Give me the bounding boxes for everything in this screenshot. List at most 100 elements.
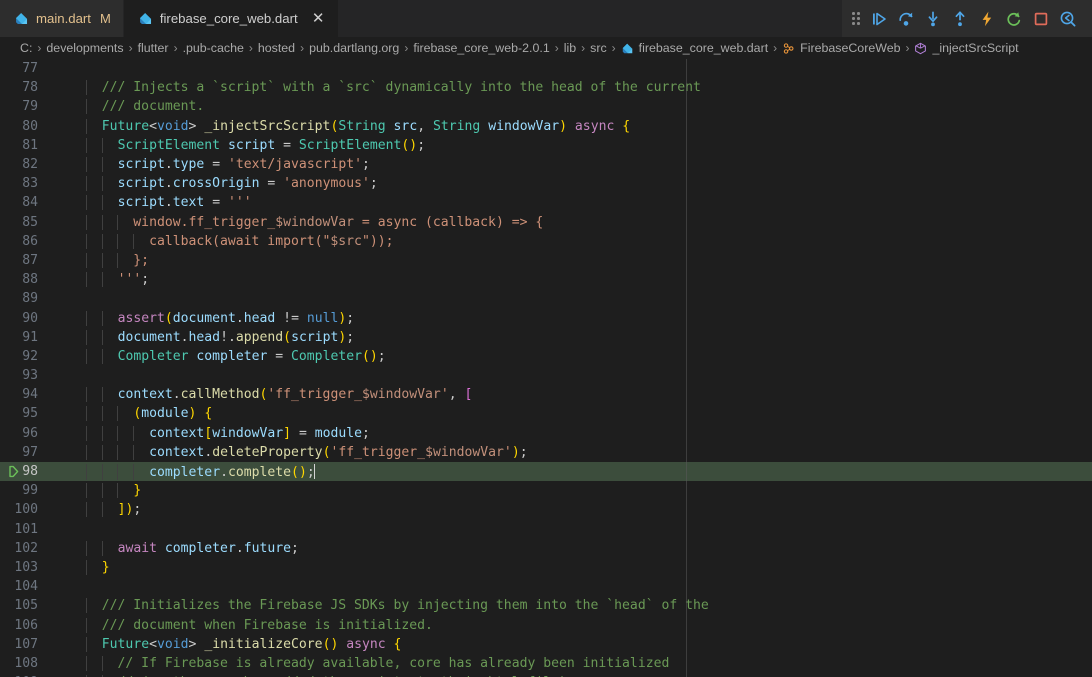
line-number: 82 [22, 157, 38, 173]
breadcrumb-item-developments[interactable]: developments [46, 41, 123, 55]
code-line[interactable]: 98 completer.complete(); [0, 461, 1092, 482]
indent-guide [86, 387, 87, 403]
breadcrumb-item-lib[interactable]: lib [564, 41, 576, 55]
code-line[interactable]: 106 /// document when Firebase is initia… [0, 615, 1092, 634]
code-line[interactable]: 104 [0, 577, 1092, 596]
step-out-button[interactable] [947, 6, 972, 31]
code-line[interactable]: 78 /// Injects a `script` with a `src` d… [0, 78, 1092, 97]
code-line[interactable]: 99 } [0, 481, 1092, 500]
indent-guide [101, 387, 103, 403]
breadcrumb-item-firebase-core-web-package[interactable]: firebase_core_web-2.0.1 [413, 41, 549, 55]
text-cursor [313, 463, 315, 479]
breadcrumb-item-pub-cache[interactable]: .pub-cache [183, 41, 244, 55]
indent-guide [86, 598, 87, 614]
line-content: Future<void> _initializeCore() async { [58, 636, 1092, 652]
code-line[interactable]: 77 [0, 59, 1092, 78]
breadcrumb-item-firebase-core-web-dart[interactable]: firebase_core_web.dart [621, 41, 769, 55]
line-content: script.type = 'text/javascript'; [58, 157, 1092, 173]
breadcrumb-label: FirebaseCoreWeb [800, 41, 901, 55]
breadcrumb: C: › developments › flutter › .pub-cache… [0, 37, 1092, 59]
code-line[interactable]: 91 document.head!.append(script); [0, 328, 1092, 347]
tab-main-dart[interactable]: main.dart M [0, 0, 124, 37]
indent-guide [101, 214, 103, 230]
code-line[interactable]: 95 (module) { [0, 404, 1092, 423]
line-number: 85 [22, 214, 38, 230]
code-line[interactable]: 81 ScriptElement script = ScriptElement(… [0, 136, 1092, 155]
code-line[interactable]: 92 Completer completer = Completer(); [0, 347, 1092, 366]
line-number: 100 [14, 502, 38, 518]
code-line[interactable]: 107 Future<void> _initializeCore() async… [0, 635, 1092, 654]
stop-button[interactable] [1028, 6, 1053, 31]
breadcrumb-separator: › [404, 41, 409, 55]
code-line[interactable]: 100 ]); [0, 500, 1092, 519]
indent-guide [101, 406, 103, 422]
indent-guide [86, 137, 87, 153]
indent-guide [101, 540, 103, 556]
breadcrumb-item-flutter[interactable]: flutter [138, 41, 169, 55]
breadcrumb-label: firebase_core_web.dart [638, 41, 769, 55]
step-over-button[interactable] [893, 6, 918, 31]
line-number: 107 [14, 636, 38, 652]
code-line[interactable]: 79 /// document. [0, 97, 1092, 116]
line-content: // If Firebase is already available, cor… [86, 655, 670, 671]
code-line[interactable]: 90 assert(document.head != null); [0, 308, 1092, 327]
breadcrumb-item-src[interactable]: src [590, 41, 607, 55]
code-line[interactable]: 97 context.deleteProperty('ff_trigger_$w… [0, 443, 1092, 462]
code-line[interactable]: 89 [0, 289, 1092, 308]
drag-handle-icon[interactable] [850, 9, 862, 29]
line-content: } [58, 483, 1092, 499]
code-line[interactable]: 85 window.ff_trigger_$windowVar = async … [0, 213, 1092, 232]
indent-guide [86, 252, 87, 268]
indent-guide [117, 425, 119, 441]
code-line[interactable]: 88 '''; [0, 270, 1092, 289]
stop-square-icon [1034, 12, 1047, 25]
inspect-widget-button[interactable] [1055, 6, 1080, 31]
breadcrumb-item-hosted[interactable]: hosted [258, 41, 295, 55]
breadcrumb-label: C: [20, 41, 33, 55]
breadcrumb-item-pub-dartlang-org[interactable]: pub.dartlang.org [309, 41, 399, 55]
indent-guide [101, 483, 103, 499]
indent-guide [101, 310, 103, 326]
tab-firebase-core-web-dart[interactable]: firebase_core_web.dart ✕ [123, 0, 339, 37]
close-icon[interactable]: ✕ [311, 11, 326, 26]
code-line[interactable]: 84 script.text = ''' [0, 193, 1092, 212]
code-line[interactable]: 101 [0, 520, 1092, 539]
code-line[interactable]: 80 Future<void> _injectSrcScript(String … [0, 117, 1092, 136]
indent-guide [101, 176, 103, 192]
code-line[interactable]: 86 callback(await import("$src")); [0, 232, 1092, 251]
code-line[interactable]: 102 await completer.future; [0, 539, 1092, 558]
line-content: script.text = ''' [58, 195, 1092, 211]
code-line[interactable]: 108 // If Firebase is already available,… [0, 654, 1092, 673]
breadcrumb-item-injectsrcscript-method[interactable]: _injectSrcScript [914, 41, 1019, 55]
breadcrumb-separator: › [248, 41, 253, 55]
indent-guide [101, 272, 103, 288]
continue-button[interactable] [866, 6, 891, 31]
line-content: /// document when Firebase is initialize… [86, 617, 433, 633]
line-content: context.deleteProperty('ff_trigger_$wind… [58, 444, 1092, 460]
line-number: 83 [22, 176, 38, 192]
code-line[interactable]: 87 }; [0, 251, 1092, 270]
code-line[interactable]: 105 /// Initializes the Firebase JS SDKs… [0, 596, 1092, 615]
line-content: context[windowVar] = module; [58, 425, 1092, 441]
code-editor[interactable]: 77 78 /// Injects a `script` with a `src`… [0, 59, 1092, 677]
breadcrumb-item-c[interactable]: C: [20, 41, 32, 55]
breadcrumb-item-firebasecoreweb-class[interactable]: FirebaseCoreWeb [782, 41, 900, 55]
line-number: 84 [22, 195, 38, 211]
breadcrumb-label: hosted [257, 41, 296, 55]
code-line[interactable]: 96 context[windowVar] = module; [0, 424, 1092, 443]
code-line[interactable]: 93 [0, 366, 1092, 385]
code-line[interactable]: 94 context.callMethod('ff_trigger_$windo… [0, 385, 1092, 404]
code-line[interactable]: 109 // (or the user has added the script… [0, 673, 1092, 677]
code-line[interactable]: 103 } [0, 558, 1092, 577]
hot-reload-button[interactable] [974, 6, 999, 31]
code-lines-container: 77 78 /// Injects a `script` with a `src`… [0, 59, 1092, 677]
vertical-ruler [686, 59, 687, 677]
hot-restart-button[interactable] [1001, 6, 1026, 31]
code-line[interactable]: 83 script.crossOrigin = 'anonymous'; [0, 174, 1092, 193]
breadcrumb-separator: › [773, 41, 778, 55]
step-into-button[interactable] [920, 6, 945, 31]
indent-guide [101, 502, 103, 518]
line-content: ]); [58, 502, 1092, 518]
code-line[interactable]: 82 script.type = 'text/javascript'; [0, 155, 1092, 174]
line-number: 95 [22, 406, 38, 422]
